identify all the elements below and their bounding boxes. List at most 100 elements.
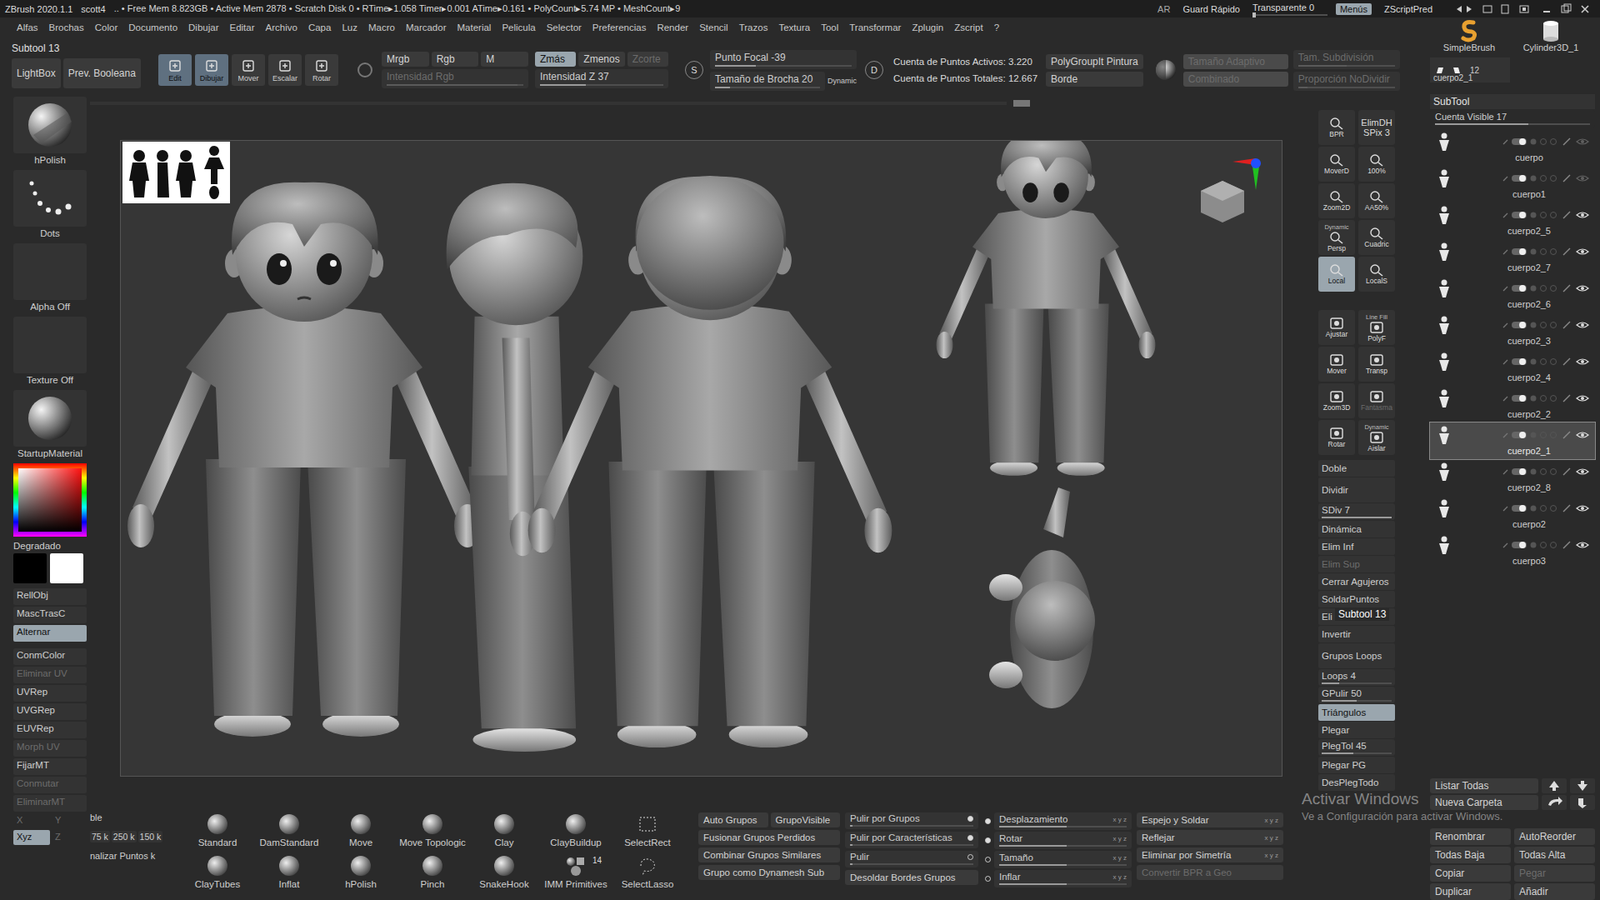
geometry-slider[interactable]: SDiv 7 [1318,503,1395,520]
subdivision-slider[interactable]: Tam. Subdivisión [1293,50,1400,70]
left-shelf-button[interactable]: RellObj [13,588,87,605]
menu-item[interactable]: Textura [778,22,810,33]
uv-button[interactable]: EUVRep [13,721,87,739]
subtool-action-button[interactable]: Todas Alta [1514,846,1595,864]
transform-tool-button[interactable]: Rotar [305,54,339,86]
subtool-row[interactable]: cuerpo2_5 [1430,202,1595,240]
view-icon-button[interactable]: Transp [1358,346,1395,382]
geometry-slider[interactable]: GPulir 50 [1318,686,1395,704]
subtool-toggles-icon[interactable] [1501,283,1592,294]
view-icon-button[interactable]: Zoom3D [1318,383,1355,419]
subtool-row[interactable]: cuerpo2_7 [1430,239,1595,276]
symmetry-button[interactable]: Convertir BPR a Geo [1136,865,1284,880]
draw-mode-icon[interactable] [356,61,374,79]
deformation-slider[interactable]: Rotarx y z [994,831,1132,850]
subtool-row[interactable]: cuerpo2_8 [1430,459,1595,496]
left-tile[interactable]: Alpha Off [13,243,87,315]
subtool-toggles-icon[interactable] [1501,466,1592,477]
subtool-action-button[interactable]: Nueva Carpeta [1430,795,1539,810]
view-icon-button[interactable]: Cuadric [1358,220,1395,255]
menu-item[interactable]: Macro [368,22,395,33]
color-picker[interactable] [13,463,87,537]
geometry-button[interactable]: Plegar [1318,721,1395,739]
symmetry-button[interactable]: Espejo y Soldarx y z [1136,812,1284,828]
geometry-button[interactable]: Grupos Loops [1318,643,1395,669]
color-swatch[interactable] [13,553,47,584]
menu-item[interactable]: Zplugin [911,22,944,33]
left-tile[interactable]: hPolish [13,96,87,169]
subtool-row[interactable]: cuerpo2 [1430,495,1595,533]
title-button[interactable]: Guard Rápido [1178,3,1245,15]
viewport-canvas[interactable] [120,140,1282,776]
subdivision-slider[interactable]: Proporción NoDividir [1293,71,1400,91]
view-icon-button[interactable]: Fantasma [1358,383,1395,419]
geometry-button[interactable]: Elim Sup [1318,555,1395,573]
left-tile[interactable]: StartupMaterial [13,390,87,462]
move-up-icon[interactable] [1541,778,1567,794]
focal-shift-slider[interactable]: Punto Focal -39 [710,50,857,70]
move-down-icon[interactable] [1570,795,1595,810]
menu-item[interactable]: Trazos [739,22,769,33]
point-size-button[interactable]: 250 k [111,830,137,843]
axis-button[interactable]: Y [51,813,89,829]
title-button[interactable]: Menús [1335,3,1372,15]
navigation-cube-icon[interactable] [1200,180,1245,223]
polygroup-button[interactable]: PolyGroupIt Pintura [1045,54,1144,70]
uv-button[interactable]: UVRep [13,685,87,702]
view-icon-button[interactable]: 100% [1358,146,1395,182]
subtool-action-button[interactable]: Añadir [1514,883,1595,900]
geometry-button[interactable]: Dividir [1318,477,1395,503]
axis-button[interactable]: Xyz [13,830,50,845]
deformation-slider[interactable]: Desplazamientox y z [994,812,1132,830]
axis-button[interactable]: X [13,813,50,829]
brush-button[interactable]: Clay [468,812,540,855]
subtool-toggles-icon[interactable] [1501,210,1592,220]
geometry-slider[interactable]: Loops 4 [1318,669,1395,686]
view-icon-button[interactable]: BPR [1318,110,1355,145]
visible-count-slider[interactable]: Cuenta Visible 17 [1430,110,1595,128]
subtool-toggles-icon[interactable] [1501,540,1592,550]
point-size-button[interactable]: 75 k [90,830,110,843]
geometry-button[interactable]: Cerrar Agujeros [1318,573,1395,590]
left-tile[interactable]: Texture Off [13,316,87,389]
polygroup-button[interactable]: Borde [1045,71,1144,87]
symmetry-button[interactable]: Eliminar por Simetríax y z [1136,847,1284,863]
symmetry-button[interactable]: Reflejarx y z [1136,830,1284,845]
deformation-slider[interactable]: Tamañox y z [994,850,1132,869]
view-icon-button[interactable]: MoverD [1318,146,1355,182]
subtool-header[interactable]: SubTool [1430,94,1595,110]
menu-item[interactable]: Editar [230,22,255,33]
transform-tool-button[interactable]: Escalar [268,54,302,86]
view-icon-button[interactable]: DynamicAislar [1358,420,1395,455]
z-intensity-slider[interactable]: Intensidad Z 37 [535,69,669,89]
adaptive-button[interactable]: Tamaño Adaptivo [1183,54,1289,70]
color-swatch[interactable] [50,553,84,584]
subtool-row[interactable]: cuerpo2_1 [1430,422,1595,460]
geometry-button[interactable]: Elim Inf [1318,538,1395,555]
brush-button[interactable]: SelectRect [611,812,684,855]
subtool-row[interactable]: cuerpo2_3 [1430,312,1595,350]
geometry-button[interactable]: Triángulos [1318,704,1395,721]
geometry-button[interactable]: Plegar PG [1318,756,1395,774]
transform-tool-button[interactable]: Dibujar [195,54,229,86]
geometry-button[interactable]: Invertir [1318,625,1395,643]
brush-size-slider[interactable]: Tamaño de Brocha 20 [710,71,825,91]
geometry-slider[interactable]: PlegTol 45 [1318,739,1395,756]
menu-item[interactable]: Archivo [265,22,298,33]
uv-button[interactable]: Morph UV [13,740,87,757]
canvas-scrollbar[interactable] [90,101,1007,105]
group-button[interactable]: GrupoVisible [770,812,841,828]
subtool-row[interactable]: cuerpo1 [1430,165,1595,203]
subtool-row[interactable]: cuerpo [1430,129,1595,166]
menu-item[interactable]: Transformar [849,22,901,33]
menu-item[interactable]: Pelicula [501,22,535,33]
subtool-row[interactable]: cuerpo2_4 [1430,349,1595,386]
subtool-row[interactable]: cuerpo3 [1430,532,1595,570]
subtool-toggles-icon[interactable] [1501,356,1592,367]
menu-item[interactable]: Marcador [405,22,447,33]
subtool-toggles-icon[interactable] [1501,136,1592,147]
rgb-intensity-slider[interactable]: Intensidad Rgb [381,69,529,89]
subtool-action-button[interactable]: Copiar [1430,865,1511,882]
menu-item[interactable]: Render [656,22,689,33]
view-icon-button[interactable]: Line FillPolyF [1358,310,1395,345]
